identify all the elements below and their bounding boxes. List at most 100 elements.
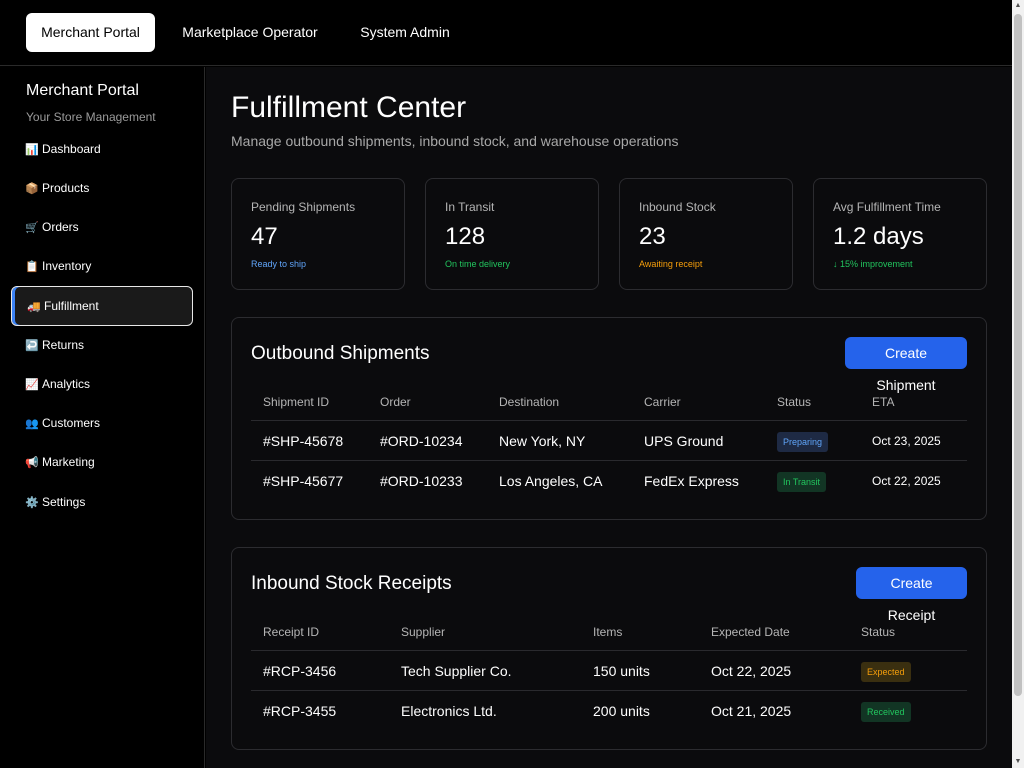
sidebar-item-label: Customers bbox=[42, 416, 101, 430]
table-cell: #SHP-45677 bbox=[263, 473, 344, 489]
sidebar-item-label: Dashboard bbox=[42, 142, 101, 156]
sidebar-item-label: Products bbox=[42, 181, 90, 195]
main-content: Fulfillment Center Manage outbound shipm… bbox=[206, 67, 1012, 768]
page-title: Fulfillment Center bbox=[231, 91, 467, 124]
return-arrow-icon: ↩️ bbox=[25, 340, 39, 352]
trend-up-icon: 📈 bbox=[25, 379, 39, 391]
inbound-title: Inbound Stock Receipts bbox=[251, 573, 452, 594]
sidebar-item-label: Fulfillment bbox=[44, 299, 99, 313]
table-cell: New York, NY bbox=[499, 433, 586, 449]
stat-label: In Transit bbox=[445, 200, 495, 214]
column-header: Carrier bbox=[644, 395, 681, 409]
stat-card: Pending Shipments 47 Ready to ship bbox=[231, 178, 405, 290]
sidebar-item-orders[interactable]: 🛒 Orders bbox=[11, 207, 193, 247]
truck-icon: 🚚 bbox=[27, 301, 41, 313]
scroll-up-arrow-icon[interactable]: ▲ bbox=[1012, 0, 1024, 12]
column-header: Expected Date bbox=[711, 625, 790, 639]
status-badge: Preparing bbox=[777, 432, 829, 453]
sidebar-item-label: Returns bbox=[42, 338, 85, 352]
table-header-row: Receipt ID Supplier Items Expected Date Stat… bbox=[251, 611, 967, 651]
column-header: Shipment ID bbox=[263, 395, 330, 409]
stat-note: Ready to ship bbox=[251, 259, 307, 269]
tab-system-admin[interactable]: System Admin bbox=[346, 13, 464, 52]
clipboard-icon: 📋 bbox=[25, 261, 39, 273]
column-header: Order bbox=[380, 395, 411, 409]
table-cell: #RCP-3456 bbox=[263, 663, 337, 679]
table-header-row: Shipment ID Order Destination Carrier Status… bbox=[251, 381, 967, 421]
create-shipment-button[interactable]: Create Shipment bbox=[845, 337, 967, 393]
sidebar-item-fulfillment[interactable]: 🚚 Fulfillment bbox=[11, 286, 193, 326]
table-cell: Expected bbox=[861, 651, 911, 691]
sidebar-item-customers[interactable]: 👥 Customers bbox=[11, 403, 193, 443]
table-row[interactable]: #SHP-45678 #ORD-10234 New York, NY UPS Grou… bbox=[251, 421, 967, 461]
page-subtitle: Manage outbound shipments, inbound stock… bbox=[231, 133, 679, 149]
sidebar-item-label: Analytics bbox=[42, 377, 91, 391]
sidebar-subtitle: Your Store Management bbox=[26, 110, 156, 124]
table-cell: Received bbox=[861, 691, 911, 731]
gear-icon: ⚙️ bbox=[25, 497, 39, 509]
table-cell: Oct 22, 2025 bbox=[711, 663, 792, 679]
sidebar-item-analytics[interactable]: 📈 Analytics bbox=[11, 364, 193, 404]
table-cell: Oct 21, 2025 bbox=[711, 703, 792, 719]
stat-value: 1.2 days bbox=[833, 223, 924, 250]
package-icon: 📦 bbox=[25, 183, 39, 195]
table-cell: Electronics Ltd. bbox=[401, 703, 497, 719]
table-cell: #SHP-45678 bbox=[263, 433, 344, 449]
table-cell: UPS Ground bbox=[644, 433, 724, 449]
table-cell: Tech Supplier Co. bbox=[401, 663, 512, 679]
table-cell: FedEx Express bbox=[644, 473, 739, 489]
sidebar-item-label: Orders bbox=[42, 220, 79, 234]
stat-note: Awaiting receipt bbox=[639, 259, 703, 269]
column-header: Status bbox=[777, 395, 812, 409]
vertical-scrollbar[interactable]: ▲ ▼ bbox=[1012, 0, 1024, 768]
scroll-down-arrow-icon[interactable]: ▼ bbox=[1012, 756, 1024, 768]
table-row[interactable]: #SHP-45677 #ORD-10233 Los Angeles, CA FedEx… bbox=[251, 461, 967, 501]
table-row[interactable]: #RCP-3456 Tech Supplier Co. 150 units Oct 2… bbox=[251, 651, 967, 691]
table-cell: Oct 22, 2025 bbox=[872, 474, 941, 488]
table-cell: In Transit bbox=[777, 461, 827, 501]
stat-card: In Transit 128 On time delivery bbox=[425, 178, 599, 290]
table-row[interactable]: #RCP-3455 Electronics Ltd. 200 units Oct 21… bbox=[251, 691, 967, 731]
sidebar-item-inventory[interactable]: 📋 Inventory bbox=[11, 246, 193, 286]
create-receipt-button[interactable]: Create Receipt bbox=[856, 567, 967, 623]
sidebar: Merchant Portal Your Store Management 📊 D… bbox=[0, 67, 205, 768]
sidebar-item-label: Settings bbox=[42, 495, 86, 509]
sidebar-item-returns[interactable]: ↩️ Returns bbox=[11, 325, 193, 365]
sidebar-item-dashboard[interactable]: 📊 Dashboard bbox=[11, 129, 193, 169]
stat-label: Inbound Stock bbox=[639, 200, 716, 214]
column-header: Supplier bbox=[401, 625, 446, 639]
inbound-receipts-table: Receipt ID Supplier Items Expected Date Stat… bbox=[251, 611, 967, 731]
cart-icon: 🛒 bbox=[25, 222, 39, 234]
outbound-title: Outbound Shipments bbox=[251, 343, 430, 364]
tab-merchant-portal[interactable]: Merchant Portal bbox=[26, 13, 155, 52]
table-cell: #RCP-3455 bbox=[263, 703, 337, 719]
tab-marketplace-operator[interactable]: Marketplace Operator bbox=[172, 13, 328, 52]
sidebar-item-settings[interactable]: ⚙️ Settings bbox=[11, 482, 193, 522]
sidebar-item-label: Marketing bbox=[42, 455, 95, 469]
sidebar-item-products[interactable]: 📦 Products bbox=[11, 168, 193, 208]
table-cell: Oct 23, 2025 bbox=[872, 434, 941, 448]
stat-value: 47 bbox=[251, 223, 278, 250]
table-cell: Los Angeles, CA bbox=[499, 473, 603, 489]
stat-note: ↓ 15% improvement bbox=[833, 259, 913, 269]
status-badge: Received bbox=[861, 702, 911, 723]
column-header: ETA bbox=[872, 395, 895, 409]
outbound-shipments-table: Shipment ID Order Destination Carrier Status… bbox=[251, 381, 967, 501]
column-header: Destination bbox=[499, 395, 560, 409]
table-cell: #ORD-10234 bbox=[380, 433, 463, 449]
stat-value: 23 bbox=[639, 223, 666, 250]
table-cell: 150 units bbox=[593, 663, 650, 679]
table-cell: Preparing bbox=[777, 421, 829, 461]
users-icon: 👥 bbox=[25, 418, 39, 430]
column-header: Receipt ID bbox=[263, 625, 320, 639]
status-badge: Expected bbox=[861, 662, 911, 683]
top-navigation-bar: Merchant Portal Marketplace Operator Sys… bbox=[0, 0, 1012, 66]
sidebar-item-marketing[interactable]: 📢 Marketing bbox=[11, 442, 193, 482]
scroll-thumb[interactable] bbox=[1014, 14, 1022, 696]
stat-label: Avg Fulfillment Time bbox=[833, 200, 941, 214]
stat-note: On time delivery bbox=[445, 259, 511, 269]
bar-chart-icon: 📊 bbox=[25, 144, 39, 156]
sidebar-item-label: Inventory bbox=[42, 259, 92, 273]
column-header: Status bbox=[861, 625, 896, 639]
stat-card: Avg Fulfillment Time 1.2 days ↓ 15% improv… bbox=[813, 178, 987, 290]
